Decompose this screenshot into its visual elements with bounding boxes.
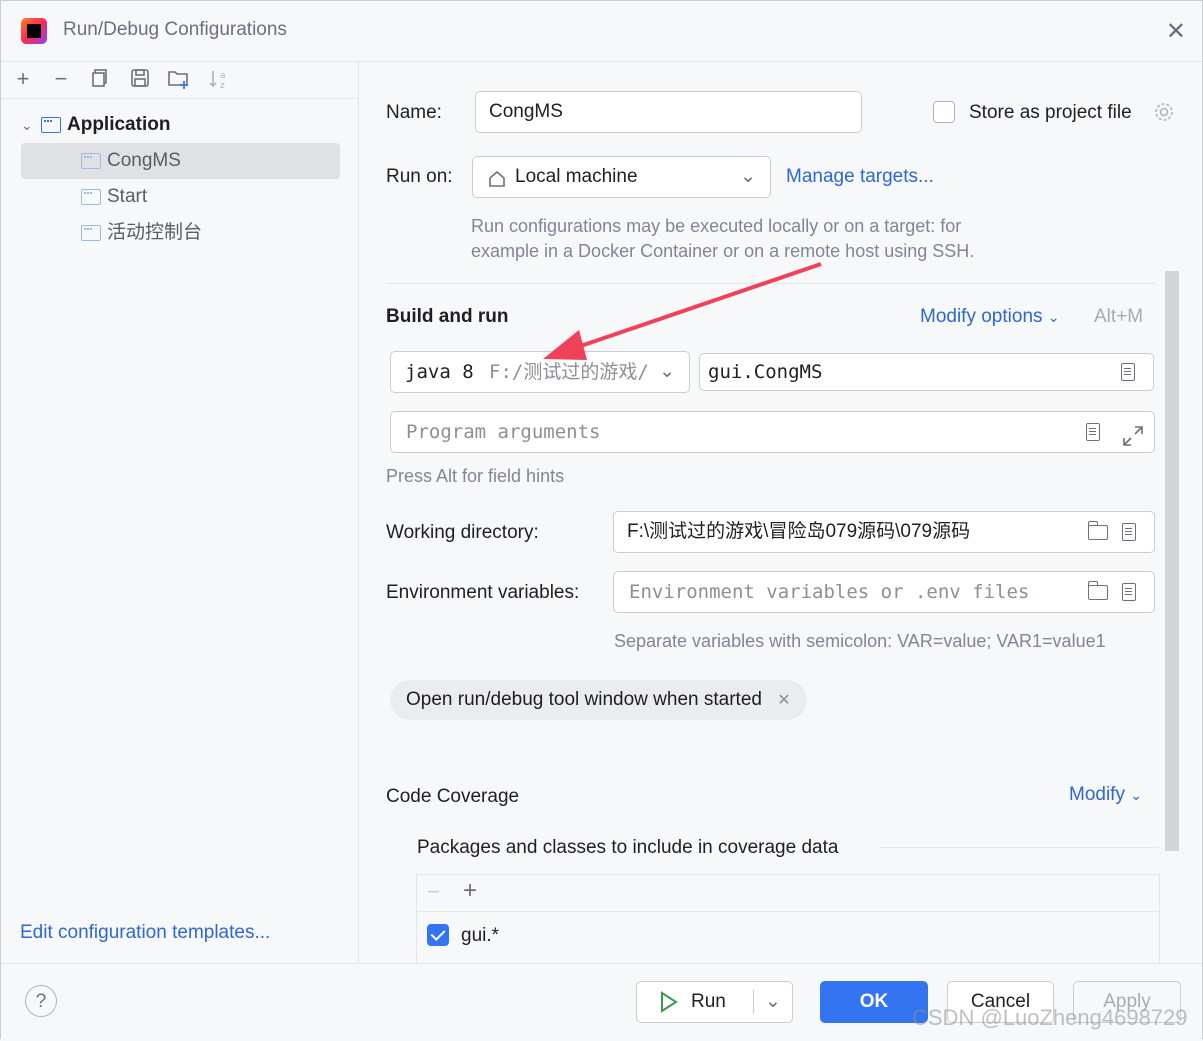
home-icon	[487, 157, 507, 212]
gear-icon[interactable]	[1153, 101, 1175, 129]
working-directory-label: Working directory:	[386, 522, 539, 543]
build-and-run-title: Build and run	[386, 306, 509, 327]
environment-variables-hint: Separate variables with semicolon: VAR=v…	[614, 631, 1106, 651]
chevron-down-icon: ⌄	[740, 166, 756, 187]
environment-variables-label: Environment variables:	[386, 582, 580, 603]
run-on-select[interactable]: Local machine ⌄	[472, 156, 771, 198]
environment-variables-input[interactable]: Environment variables or .env files	[613, 571, 1155, 613]
coverage-item-checkbox[interactable]	[427, 924, 449, 946]
add-icon[interactable]: +	[463, 877, 477, 905]
coverage-list: − + gui.*	[416, 874, 1160, 964]
add-icon[interactable]: +	[11, 68, 35, 92]
name-input[interactable]: CongMS	[475, 91, 862, 133]
expand-icon[interactable]	[1122, 421, 1143, 446]
tree-item-start[interactable]: Start	[21, 179, 341, 215]
application-config-icon	[41, 116, 61, 133]
chevron-down-icon[interactable]: ⌄	[765, 982, 781, 1022]
tree-group-application[interactable]: ⌄ Application	[21, 107, 341, 143]
application-config-icon	[81, 152, 101, 169]
edit-templates-link[interactable]: Edit configuration templates...	[20, 922, 270, 944]
modify-options-shortcut: Alt+M	[1094, 306, 1144, 327]
field-hints-text: Press Alt for field hints	[386, 466, 565, 486]
run-play-icon	[659, 982, 679, 1037]
tree-item-congms[interactable]: CongMS	[21, 143, 340, 179]
separator	[879, 847, 1159, 848]
help-button[interactable]: ?	[25, 985, 57, 1017]
intellij-logo-icon	[21, 18, 47, 44]
browse-doc-icon[interactable]	[1121, 363, 1141, 383]
packages-title: Packages and classes to include in cover…	[417, 837, 839, 858]
run-button[interactable]: Run ⌄	[636, 981, 793, 1023]
working-directory-input[interactable]: F:\测试过的游戏\冒险岛079源码\079源码	[613, 511, 1155, 553]
annotation-arrow	[543, 262, 822, 360]
folder-icon[interactable]	[1087, 521, 1108, 545]
manage-targets-link[interactable]: Manage targets...	[786, 166, 934, 188]
store-as-project-file-label: Store as project file	[969, 102, 1132, 123]
program-arguments-input[interactable]: Program arguments	[390, 411, 1155, 453]
folder-icon[interactable]	[1087, 581, 1108, 605]
sort-icon[interactable]: az	[207, 68, 231, 92]
application-config-icon	[81, 224, 101, 241]
close-icon[interactable]: ✕	[777, 692, 790, 709]
new-folder-icon[interactable]	[167, 68, 191, 92]
modify-link[interactable]: Modify ⌄	[1069, 784, 1142, 806]
save-icon[interactable]	[128, 68, 152, 92]
close-icon[interactable]: ✕	[1166, 17, 1186, 46]
svg-text:a: a	[220, 71, 226, 81]
browse-doc-icon[interactable]	[1122, 583, 1142, 603]
browse-doc-icon[interactable]	[1086, 423, 1106, 443]
sidebar-toolbar: + − az	[1, 62, 358, 99]
svg-text:z: z	[220, 81, 225, 90]
open-tool-window-chip[interactable]: Open run/debug tool window when started …	[390, 680, 807, 720]
browse-doc-icon[interactable]	[1122, 523, 1142, 543]
scrollbar[interactable]	[1165, 271, 1179, 851]
window-title: Run/Debug Configurations	[63, 19, 287, 40]
copy-icon[interactable]	[88, 68, 112, 92]
application-config-icon	[81, 188, 101, 205]
watermark-text: CSDN @LuoZheng4698729	[912, 1005, 1188, 1030]
chevron-down-icon[interactable]: ⌄	[21, 107, 41, 143]
coverage-item-label: gui.*	[461, 925, 500, 946]
name-label: Name:	[386, 102, 442, 123]
title-bar: Run/Debug Configurations ✕	[1, 1, 1202, 62]
run-on-label: Run on:	[386, 166, 453, 187]
store-as-project-file-checkbox[interactable]	[933, 101, 955, 123]
remove-icon[interactable]: −	[49, 68, 73, 92]
remove-icon[interactable]: −	[427, 879, 440, 905]
separator	[417, 911, 1159, 912]
modify-options-link[interactable]: Modify options ⌄	[920, 306, 1060, 328]
run-on-hint-1: Run configurations may be executed local…	[471, 216, 962, 236]
code-coverage-title: Code Coverage	[386, 786, 520, 807]
configurations-sidebar: + − az ⌄Application CongMS Start 活动控制台	[1, 62, 359, 962]
run-debug-dialog: Run/Debug Configurations ✕ + − az ⌄ Appli…	[0, 0, 1203, 1041]
tree-item-activity-console[interactable]: 活动控制台	[21, 215, 341, 251]
